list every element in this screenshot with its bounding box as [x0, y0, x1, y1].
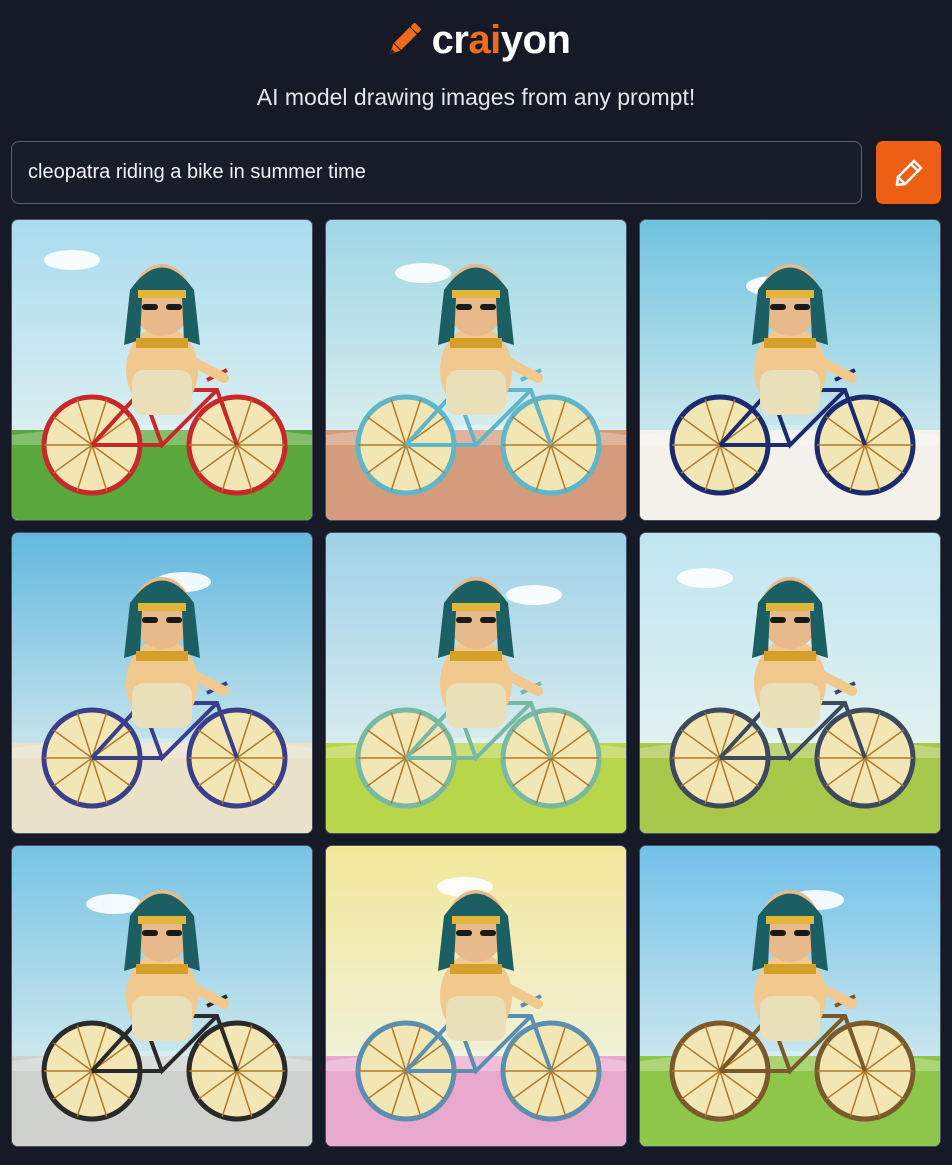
result-image-art [326, 220, 626, 520]
result-image-3[interactable] [639, 219, 941, 521]
result-image-art [640, 220, 940, 520]
logo-text-prefix: cr [431, 18, 469, 62]
logo[interactable]: craiyon [0, 16, 952, 64]
result-image-4[interactable] [11, 532, 313, 834]
draw-button[interactable] [876, 141, 941, 204]
result-image-7[interactable] [11, 845, 313, 1147]
prompt-input[interactable] [11, 141, 862, 204]
logo-text-suffix: yon [500, 18, 571, 62]
result-image-art [12, 533, 312, 833]
result-image-8[interactable] [325, 845, 627, 1147]
pencil-icon [389, 23, 421, 55]
result-image-art [640, 533, 940, 833]
logo-wordmark: craiyon [432, 20, 571, 60]
result-image-6[interactable] [639, 532, 941, 834]
result-image-2[interactable] [325, 219, 627, 521]
tagline: AI model drawing images from any prompt! [256, 84, 696, 110]
result-image-art [326, 846, 626, 1146]
result-image-art [640, 846, 940, 1146]
result-image-art [326, 533, 626, 833]
result-image-9[interactable] [639, 845, 941, 1147]
logo-text-ai: ai [468, 18, 501, 62]
result-image-art [12, 846, 312, 1146]
pencil-icon [895, 159, 922, 186]
results-grid [11, 219, 941, 1149]
craiyon-page: craiyon AI model drawing images from any… [0, 0, 952, 1165]
result-image-1[interactable] [11, 219, 313, 521]
result-image-5[interactable] [325, 532, 627, 834]
result-image-art [12, 220, 312, 520]
